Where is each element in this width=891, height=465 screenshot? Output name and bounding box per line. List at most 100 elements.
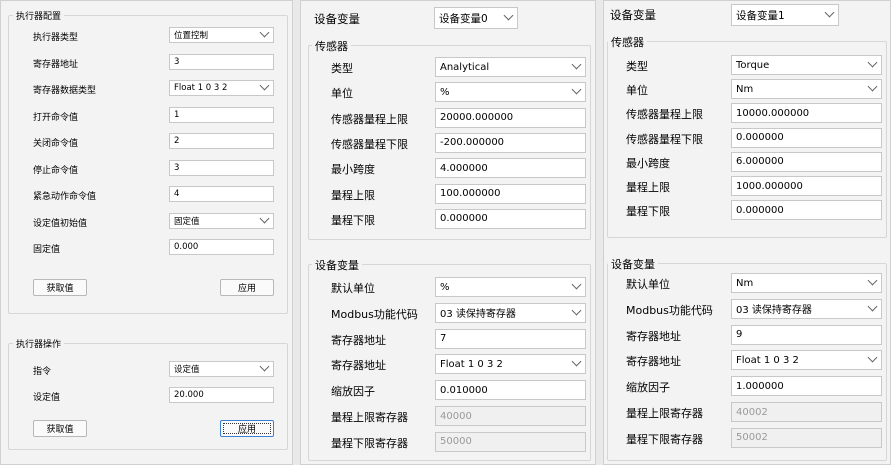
chevron-down-icon xyxy=(571,59,582,70)
field-label: 寄存器地址 xyxy=(626,355,681,369)
field-label: 类型 xyxy=(331,62,353,75)
select-field[interactable]: Float 1 0 3 2 xyxy=(435,354,586,375)
field-value: 1000.000000 xyxy=(736,180,803,192)
select-field[interactable]: 固定值 xyxy=(169,212,274,229)
field-value: 50002 xyxy=(736,432,768,444)
device-variable-1-panel: 设备变量 设备变量1 传感器 类型 Torque 单位 Nm 传感器量程上限 10000.… xyxy=(603,0,891,465)
select-field[interactable]: % xyxy=(435,82,586,103)
field-value: 20000.000000 xyxy=(440,112,514,124)
apply-button[interactable]: 应用 xyxy=(220,279,274,296)
field-value: Nm xyxy=(736,83,754,95)
select-field[interactable]: Float 1 0 3 2 xyxy=(169,80,274,96)
sensor-title: 传感器 xyxy=(608,34,647,50)
chevron-down-icon xyxy=(571,356,582,367)
field-value: 20.000 xyxy=(174,390,204,400)
variable-title: 设备变量 xyxy=(608,256,658,272)
readonly-field: 40000 xyxy=(435,406,586,426)
text-field[interactable]: 0.010000 xyxy=(435,380,586,401)
actuator-config-title: 执行器配置 xyxy=(13,9,65,22)
text-field[interactable]: 0.000 xyxy=(169,239,274,255)
field-label: 量程下限寄存器 xyxy=(626,432,703,446)
text-field[interactable]: 3 xyxy=(169,159,274,176)
chevron-down-icon xyxy=(571,84,582,95)
select-field[interactable]: Torque xyxy=(731,55,882,75)
device-variable-select[interactable]: 设备变量0 xyxy=(434,7,518,29)
select-field[interactable]: 03 读保持寄存器 xyxy=(435,302,586,323)
text-field[interactable]: 9 xyxy=(731,324,882,345)
field-value: 0.000000 xyxy=(440,213,488,225)
field-value: 10000.000000 xyxy=(736,107,810,119)
readonly-field: 50002 xyxy=(731,427,882,448)
text-field[interactable]: 20.000 xyxy=(169,387,274,403)
text-field[interactable]: 20000.000000 xyxy=(435,107,586,128)
field-value: 1 xyxy=(174,109,180,120)
field-value: % xyxy=(440,86,450,98)
field-value: Float 1 0 3 2 xyxy=(736,354,799,366)
text-field[interactable]: 1000.000000 xyxy=(731,176,882,196)
select-field[interactable]: Nm xyxy=(731,273,882,293)
field-value: 设定值 xyxy=(174,365,200,375)
text-field[interactable]: 2 xyxy=(169,133,274,149)
field-label: 量程下限 xyxy=(331,213,375,227)
select-field[interactable]: 位置控制 xyxy=(169,27,274,43)
field-label: 执行器类型 xyxy=(33,33,79,43)
device-variable-value: 设备变量0 xyxy=(439,12,488,25)
field-value: 固定值 xyxy=(174,216,200,227)
field-label: 传感器量程下限 xyxy=(331,137,408,151)
chevron-down-icon xyxy=(824,7,835,18)
readonly-field: 40002 xyxy=(731,402,882,422)
field-label: 量程上限寄存器 xyxy=(626,407,703,420)
field-label: 默认单位 xyxy=(331,282,375,295)
select-field[interactable]: 03 读保持寄存器 xyxy=(731,298,882,319)
device-variable-select[interactable]: 设备变量1 xyxy=(731,4,839,26)
device-variable-value: 设备变量1 xyxy=(736,9,785,22)
select-field[interactable]: Nm xyxy=(731,79,882,100)
text-field[interactable]: 0.000000 xyxy=(731,200,882,221)
field-value: 0.000 xyxy=(174,242,199,252)
field-label: Modbus功能代码 xyxy=(626,303,713,317)
select-field[interactable]: Float 1 0 3 2 xyxy=(731,350,882,371)
op-get-value-button[interactable]: 获取值 xyxy=(33,420,87,437)
text-field[interactable]: 1.000000 xyxy=(731,376,882,397)
field-value: 4.000000 xyxy=(440,162,488,174)
field-label: 寄存器数据类型 xyxy=(33,86,97,96)
field-value: -200.000000 xyxy=(440,137,505,149)
field-label: 紧急动作命令值 xyxy=(33,192,97,202)
text-field[interactable]: 7 xyxy=(435,328,586,349)
field-value: 40000 xyxy=(440,410,472,422)
field-label: 量程下限 xyxy=(626,205,670,219)
text-field[interactable]: 4.000000 xyxy=(435,158,586,179)
field-value: 0.010000 xyxy=(440,384,488,396)
sensor-title: 传感器 xyxy=(312,38,351,54)
field-value: Torque xyxy=(736,59,770,71)
text-field[interactable]: 10000.000000 xyxy=(731,103,882,124)
field-label: 量程上限寄存器 xyxy=(331,411,408,424)
chevron-down-icon xyxy=(259,362,270,372)
field-label: 寄存器地址 xyxy=(626,329,681,343)
text-field[interactable]: 0.000000 xyxy=(435,208,586,229)
chevron-down-icon xyxy=(867,275,878,286)
get-value-button[interactable]: 获取值 xyxy=(33,279,87,296)
chevron-down-icon xyxy=(571,279,582,290)
text-field[interactable]: -200.000000 xyxy=(435,132,586,153)
field-value: 03 读保持寄存器 xyxy=(440,309,516,321)
text-field[interactable]: 1 xyxy=(169,106,274,123)
field-label: 量程下限寄存器 xyxy=(331,436,408,450)
field-label: 设定值 xyxy=(33,393,61,403)
variable-title: 设备变量 xyxy=(312,257,362,273)
field-label: 缩放因子 xyxy=(626,381,670,395)
text-field[interactable]: 4 xyxy=(169,186,274,202)
text-field[interactable]: 0.000000 xyxy=(731,127,882,148)
text-field[interactable]: 100.000000 xyxy=(435,183,586,204)
select-field[interactable]: Analytical xyxy=(435,57,586,77)
select-field[interactable]: 设定值 xyxy=(169,361,274,377)
op-apply-button[interactable]: 应用 xyxy=(220,420,274,437)
field-label: 最小跨度 xyxy=(331,163,375,177)
field-value: 0.000000 xyxy=(736,204,784,216)
field-value: 4 xyxy=(174,189,180,199)
text-field[interactable]: 6.000000 xyxy=(731,151,882,172)
text-field[interactable]: 3 xyxy=(169,53,274,70)
field-value: Float 1 0 3 2 xyxy=(440,358,503,370)
field-label: 寄存器地址 xyxy=(331,359,386,373)
select-field[interactable]: % xyxy=(435,277,586,297)
